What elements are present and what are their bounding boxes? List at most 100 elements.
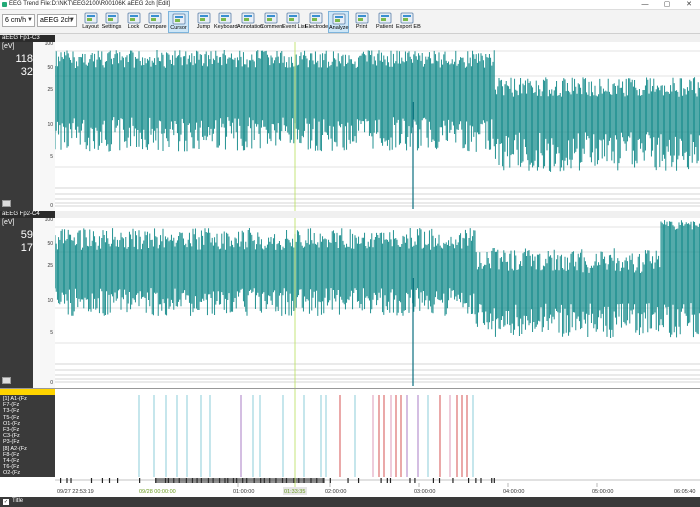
channel-2-upper-value: 59 xyxy=(20,229,33,241)
recording-block xyxy=(493,478,495,483)
channel-1-trace-svg xyxy=(55,42,700,211)
recording-block xyxy=(467,478,470,483)
toolbar-button-label: Electrode xyxy=(305,24,329,30)
toolbar-button-label: Jump xyxy=(196,24,211,30)
settings-button[interactable]: Settings xyxy=(101,11,122,33)
event-channel-label: F3-(Fz xyxy=(3,427,20,433)
toolbar-button-label: Cursor xyxy=(170,25,187,31)
scale-tick: 100 xyxy=(44,41,53,47)
toolbar-button-label: Event List xyxy=(282,24,307,30)
cursor-button[interactable]: Cursor xyxy=(168,11,189,33)
event-channel-label: T5-(Fz xyxy=(3,414,20,421)
export-eb-button[interactable]: Export EB xyxy=(396,11,421,33)
patient-button[interactable]: Patient xyxy=(374,11,395,33)
scale-tick: 25 xyxy=(47,263,53,269)
recording-block xyxy=(347,478,349,483)
toolbar-button-label: Compare xyxy=(144,24,167,30)
print-button[interactable]: Print xyxy=(351,11,372,33)
event-list-button[interactable]: Event List xyxy=(282,11,307,33)
jump-button[interactable]: Jump xyxy=(193,11,214,33)
toolbar-button-label: Print xyxy=(355,24,368,30)
montage-select-value: aEEG 2ch xyxy=(40,17,72,24)
channel-2-unit: [eV] xyxy=(2,219,15,226)
toolbar-button-label: Lock xyxy=(127,24,140,30)
event-channel-label: T3-(Fz xyxy=(3,408,20,415)
channel-2-expand-button[interactable] xyxy=(2,377,11,384)
timeline[interactable]: 09/27 22:53:19 09/28 00:00:00 01:00:00 0… xyxy=(0,477,700,497)
channel-2-trace-plot[interactable] xyxy=(55,218,700,388)
channel-1-unit: [eV] xyxy=(2,43,15,50)
settings-icon xyxy=(105,12,119,24)
minimize-button[interactable]: — xyxy=(634,0,656,10)
chevron-down-icon: ▼ xyxy=(27,17,33,23)
channel-2-trace-svg xyxy=(55,218,700,388)
recording-block xyxy=(480,478,482,483)
toolbar-button-label: Settings xyxy=(101,24,122,30)
scale-tick: 50 xyxy=(47,241,53,247)
event-panel-header[interactable] xyxy=(0,389,55,395)
recording-block xyxy=(491,478,493,483)
export-icon xyxy=(400,12,414,24)
event-channel-label: [1] A1-(Fz xyxy=(3,396,27,402)
recording-block xyxy=(414,478,416,483)
timeline-tick-label: 05:00:00 xyxy=(592,489,614,495)
maximize-button[interactable]: ▢ xyxy=(656,0,678,10)
layout-button[interactable]: Layout xyxy=(80,11,101,33)
compare-icon xyxy=(148,12,162,24)
timeline-marker-label: 01:33:35 xyxy=(284,489,306,495)
channel-2-scale: 100 50 25 10 5 0 xyxy=(33,217,55,388)
toolbar: 6 cm/h ▼ aEEG 2ch ▼ Layout Settings Lock Co… xyxy=(0,10,700,34)
recording-block xyxy=(438,478,441,483)
recording-block xyxy=(452,478,454,483)
aeeg-trace xyxy=(55,50,700,172)
lock-button[interactable]: Lock xyxy=(123,11,144,33)
title-bar: EEG Trend File:D:\NKT\EEG2100\R00106K aE… xyxy=(0,0,700,10)
keyboard-icon xyxy=(218,12,232,24)
aeeg-trace xyxy=(55,220,700,338)
toolbar-button-label: Keyboard xyxy=(214,24,238,30)
toolbar-button-label: Patient xyxy=(375,24,394,30)
app-icon xyxy=(2,2,7,7)
event-label-column: [1] A1-(Fz F7-(Fz T3-(Fz T5-(Fz O1-(Fz F3-(Fz… xyxy=(0,389,55,478)
scale-tick: 50 xyxy=(47,65,53,71)
patient-icon xyxy=(378,12,392,24)
recording-block xyxy=(357,478,360,483)
recording-block xyxy=(432,478,435,483)
event-channel-label: O1-(Fz xyxy=(3,420,21,427)
channel-1-trace-plot[interactable] xyxy=(55,42,700,211)
event-list-icon xyxy=(286,12,300,24)
toolbar-button-label: Layout xyxy=(82,24,99,30)
event-markers-svg xyxy=(138,389,474,478)
recording-block xyxy=(139,478,141,483)
close-button[interactable]: ✕ xyxy=(678,0,700,10)
recording-block xyxy=(409,478,411,483)
annotation-button[interactable]: Annotation xyxy=(237,11,263,33)
speed-select-value: 6 cm/h xyxy=(5,17,27,24)
event-channel-label: F8-(Fz xyxy=(3,451,20,458)
channel-1-expand-button[interactable] xyxy=(2,200,11,207)
toolbar-button-label: Analyze xyxy=(329,25,349,31)
montage-select[interactable]: aEEG 2ch ▼ xyxy=(37,14,77,27)
channel-panel-2: aEEG Fp2-C4 [eV] 59 17 100 50 25 10 5 0 xyxy=(0,211,700,388)
comment-icon xyxy=(264,12,278,24)
compare-button[interactable]: Compare xyxy=(144,11,167,33)
event-marker-plot[interactable] xyxy=(55,389,700,478)
comment-button[interactable]: Comment xyxy=(260,11,284,33)
timeline-tick-label: 03:00:00 xyxy=(414,489,436,495)
recording-block xyxy=(329,478,331,483)
event-channel-label: P3-(Fz xyxy=(3,439,20,446)
jump-icon xyxy=(197,12,211,24)
scale-tick: 5 xyxy=(50,154,53,160)
scale-tick: 10 xyxy=(47,298,53,304)
keyboard-button[interactable]: Keyboard xyxy=(214,11,238,33)
timeline-tick-label: 01:00:00 xyxy=(233,489,255,495)
recording-block xyxy=(66,478,68,483)
speed-select[interactable]: 6 cm/h ▼ xyxy=(2,14,35,27)
electrode-button[interactable]: Electrode xyxy=(305,11,329,33)
title-checkbox[interactable]: ✓ xyxy=(3,499,9,505)
event-channel-label: C3-(Fz xyxy=(3,433,20,440)
recording-block xyxy=(90,478,93,483)
channel-1-lower-value: 32 xyxy=(20,66,33,78)
event-channel-label: F7-(Fz xyxy=(3,402,20,409)
analyze-button[interactable]: Analyze xyxy=(328,11,349,33)
